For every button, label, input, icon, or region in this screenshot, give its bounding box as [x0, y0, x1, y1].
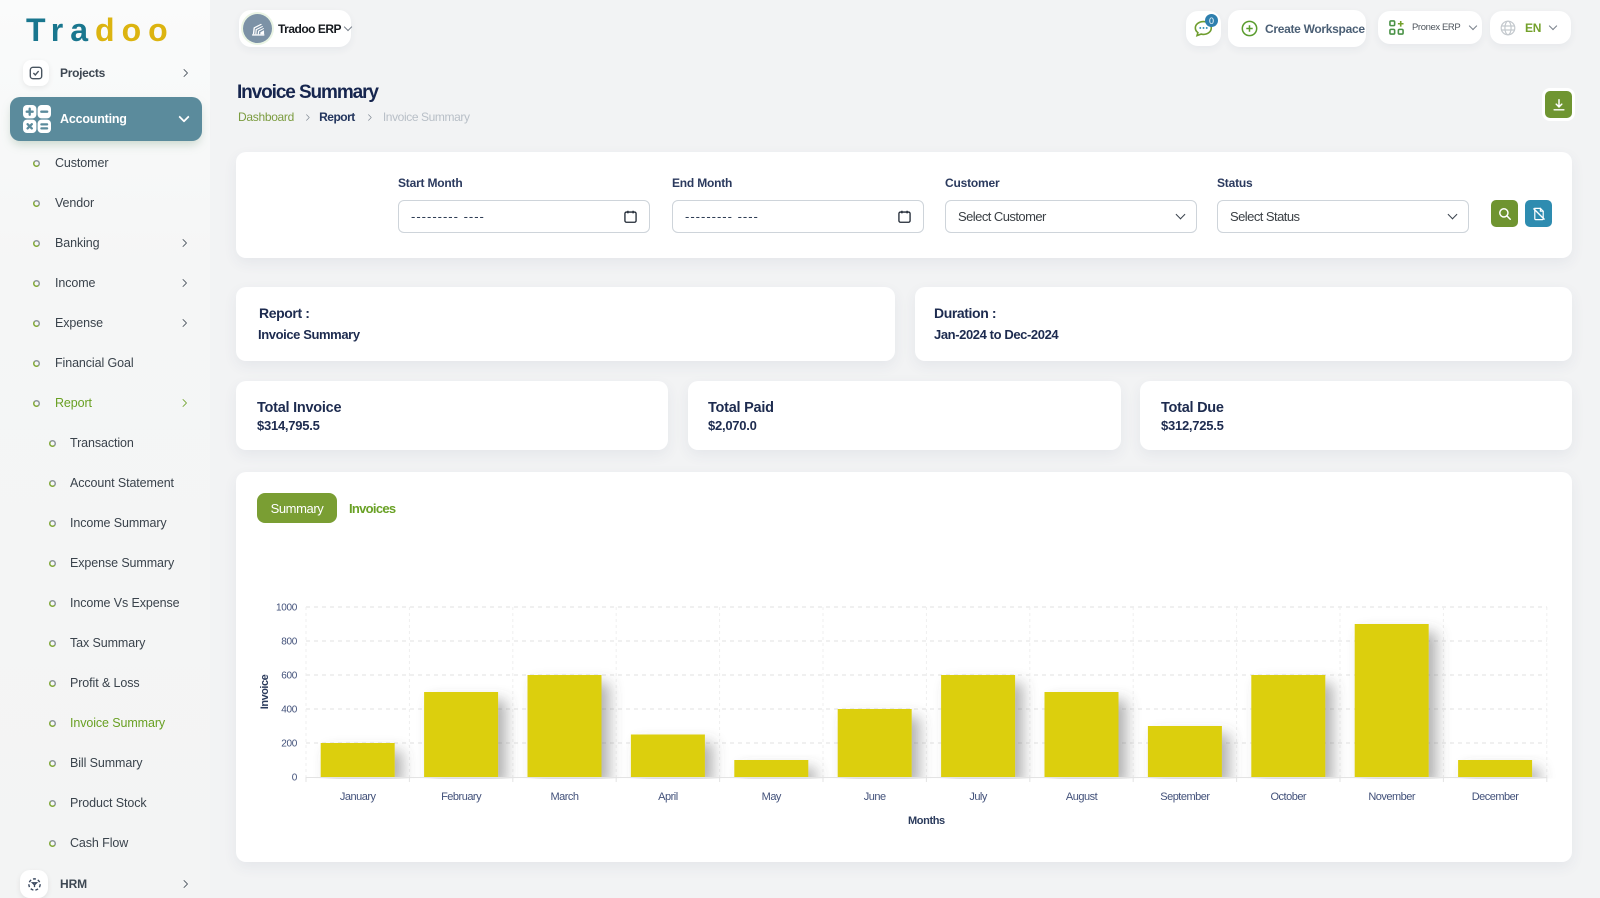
svg-text:May: May	[762, 791, 782, 803]
svg-text:December: December	[1472, 791, 1520, 803]
svg-text:600: 600	[281, 671, 298, 682]
svg-text:0: 0	[292, 773, 298, 784]
svg-text:February: February	[441, 791, 482, 803]
svg-text:January: January	[340, 791, 377, 803]
svg-text:November: November	[1368, 791, 1416, 803]
svg-text:1000: 1000	[276, 603, 298, 614]
svg-text:400: 400	[281, 705, 298, 716]
svg-text:October: October	[1270, 791, 1306, 803]
svg-text:200: 200	[281, 739, 298, 750]
svg-text:September: September	[1160, 791, 1210, 803]
svg-text:800: 800	[281, 637, 298, 648]
svg-text:July: July	[969, 791, 988, 803]
svg-text:April: April	[658, 791, 678, 803]
svg-text:June: June	[864, 791, 886, 803]
svg-text:Months: Months	[908, 815, 945, 827]
svg-text:March: March	[550, 791, 578, 803]
svg-text:Invoice: Invoice	[259, 674, 271, 709]
svg-text:August: August	[1066, 791, 1098, 803]
